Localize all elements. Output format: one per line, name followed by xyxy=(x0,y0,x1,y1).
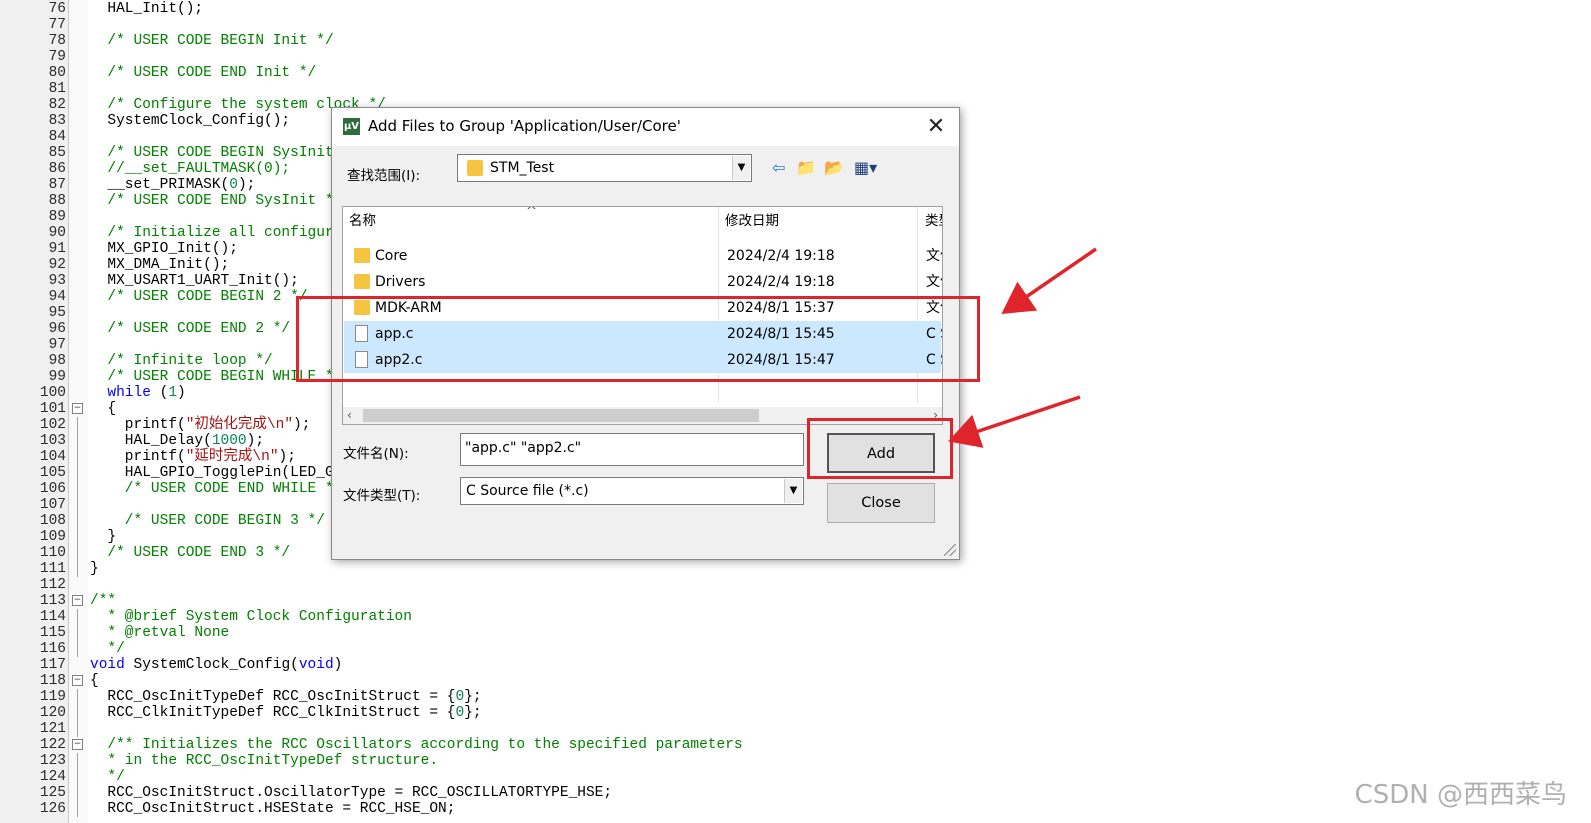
watermark: CSDN @西西菜鸟 xyxy=(1354,780,1567,810)
annotation-arrows xyxy=(948,247,1097,448)
annotation-arrow-add xyxy=(948,395,1081,448)
annotation-arrow-files xyxy=(1001,247,1097,314)
